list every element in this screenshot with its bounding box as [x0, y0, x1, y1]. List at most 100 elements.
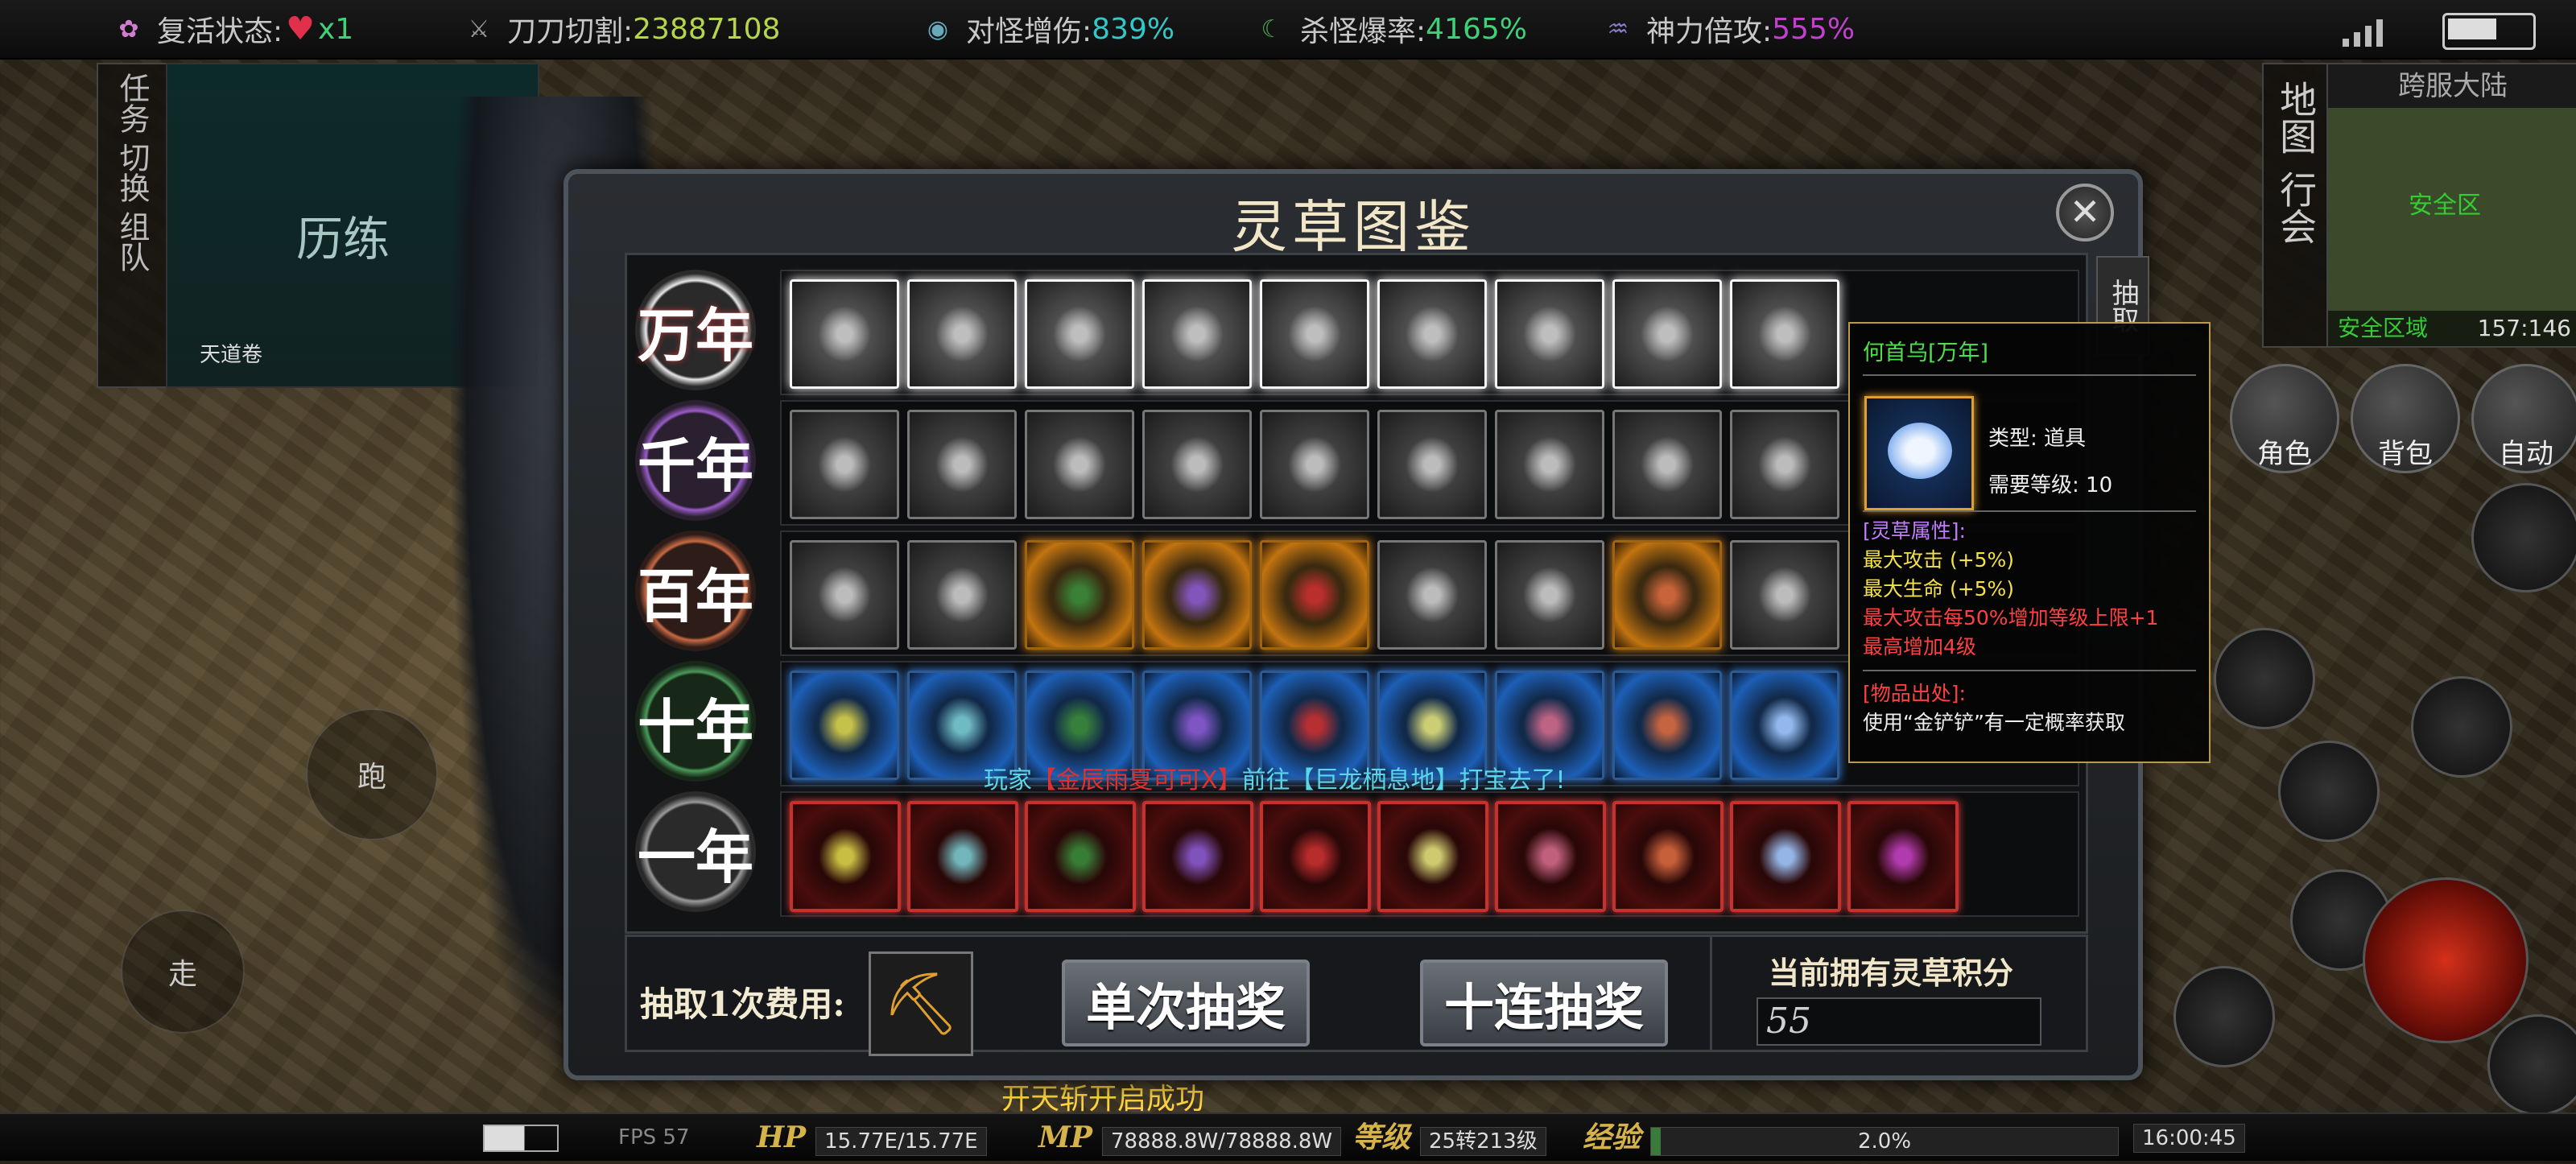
auto-button[interactable]: 自动 [2471, 364, 2576, 473]
herb-slot[interactable] [1142, 410, 1252, 519]
herb-icon [1406, 828, 1459, 885]
herb-icon [1053, 436, 1106, 493]
herb-slot[interactable] [1495, 410, 1604, 519]
blade-icon: ⚔ [468, 14, 490, 43]
herb-slot[interactable] [1847, 801, 1959, 912]
minimap[interactable]: 跨服大陆 安全区 安全区域 157:146 [2326, 63, 2576, 348]
character-button[interactable]: 角色 [2230, 364, 2339, 473]
herb-icon [1288, 436, 1341, 493]
mp-section: MP 78888.8W/78888.8W [1038, 1114, 1342, 1161]
nav-team[interactable]: 组队 [114, 211, 150, 272]
level-section: 等级 25转213级 [1352, 1114, 1546, 1161]
herb-slot[interactable] [1495, 801, 1606, 912]
skill-shibu-icon[interactable] [2278, 741, 2380, 842]
herb-slot[interactable] [1730, 410, 1839, 519]
herb-slot[interactable] [790, 801, 901, 912]
herb-icon [1053, 306, 1106, 362]
herb-slot[interactable] [1495, 540, 1604, 650]
herb-icon [818, 697, 871, 753]
herb-slot[interactable] [1612, 540, 1722, 650]
herb-slot[interactable] [1730, 279, 1839, 389]
herb-slot[interactable] [1025, 801, 1136, 912]
herb-slot[interactable] [907, 410, 1017, 519]
herb-icon [818, 436, 871, 493]
nav-task[interactable]: 任务 [114, 72, 150, 134]
tooltip-level: 需要等级: 10 [1988, 473, 2113, 497]
herb-slot[interactable] [1142, 540, 1252, 650]
attack-button-icon[interactable] [2363, 877, 2529, 1043]
herb-slot[interactable] [790, 671, 899, 780]
stat-label: 刀刀切割: [507, 15, 634, 48]
herb-slot[interactable] [1260, 801, 1371, 912]
nav-map[interactable]: 地图 [2274, 80, 2318, 155]
herb-slot[interactable] [1025, 540, 1134, 650]
stat-label: 神力倍攻: [1646, 15, 1773, 48]
flower-icon [1888, 423, 1952, 479]
herb-slot[interactable] [1260, 279, 1369, 389]
herb-icon [1758, 306, 1811, 362]
herb-slot[interactable] [1142, 801, 1253, 912]
bag-button[interactable]: 背包 [2351, 364, 2460, 473]
dpad-icon[interactable] [2471, 483, 2576, 592]
coords: 157:146 [2477, 315, 2571, 341]
herb-slot[interactable] [790, 410, 899, 519]
walk-button[interactable]: 走 [121, 910, 245, 1034]
minimap-title: 跨服大陆 [2328, 64, 2576, 108]
herb-slot[interactable] [790, 279, 899, 389]
herb-icon [1758, 436, 1811, 493]
battery-icon [2442, 13, 2536, 50]
herb-icon [936, 828, 989, 885]
herb-icon [1170, 697, 1224, 753]
herb-slot[interactable] [1612, 801, 1724, 912]
herb-icon [1641, 828, 1695, 885]
herb-slot[interactable] [1260, 410, 1369, 519]
herb-slot[interactable] [1730, 540, 1839, 650]
herb-slot[interactable] [1612, 279, 1722, 389]
draw-bar: 抽取1次费用: ⛏ 单次抽奖 十连抽奖 当前拥有灵草积分 55 [625, 935, 2088, 1056]
stat-power: ♒ 神力倍攻: 555% [1598, 0, 1856, 58]
herb-icon [1641, 436, 1694, 493]
herb-slot[interactable] [790, 540, 899, 650]
points-value: 55 [1757, 997, 2041, 1046]
ten-draw-button[interactable]: 十连抽奖 [1420, 960, 1668, 1046]
herb-slot[interactable] [1495, 279, 1604, 389]
run-button[interactable]: 跑 [306, 708, 438, 840]
source-text: 使用“金铲铲”有一定概率获取 [1863, 711, 2125, 734]
herb-slot[interactable] [1025, 279, 1134, 389]
herb-slot[interactable] [1377, 540, 1487, 650]
herb-slot[interactable] [1142, 279, 1252, 389]
herb-slot[interactable] [1612, 671, 1722, 780]
nav-switch[interactable]: 切换 [114, 142, 150, 203]
herb-slot[interactable] [1377, 279, 1487, 389]
close-icon[interactable]: ✕ [2056, 184, 2114, 241]
herb-icon [1406, 306, 1459, 362]
stat-drop: ☾ 杀怪爆率: 4165% [1252, 0, 1527, 58]
herb-slot[interactable] [1612, 410, 1722, 519]
run-label: 跑 [357, 761, 386, 794]
mp-label: MP [1038, 1121, 1092, 1154]
stat-label: 对怪增伤: [966, 15, 1092, 48]
herb-slot[interactable] [907, 801, 1018, 912]
herb-slot[interactable] [1260, 540, 1369, 650]
herb-icon [1406, 697, 1459, 753]
row-label: 千年 [635, 400, 756, 521]
skill-liehuo-icon[interactable] [2174, 966, 2275, 1067]
stat-value: 839% [1092, 12, 1175, 46]
single-draw-button[interactable]: 单次抽奖 [1062, 960, 1310, 1046]
herb-slot[interactable] [1377, 410, 1487, 519]
herb-slot[interactable] [907, 279, 1017, 389]
herb-icon [1523, 306, 1576, 362]
exp-label: 经验 [1583, 1121, 1641, 1154]
skill-kaitian-icon[interactable] [2411, 676, 2512, 778]
herb-icon [1288, 697, 1341, 753]
herb-slot[interactable] [1730, 801, 1841, 912]
herb-slot[interactable] [1730, 671, 1839, 780]
top-status-bar: ✿ 复活状态: ♥ x1 ⚔ 刀刀切割: 23887108 ◉ 对怪增伤: 83… [0, 0, 2576, 60]
mp-value: 78888.8W/78888.8W [1101, 1126, 1342, 1156]
system-message: 开天斩开启成功 [1001, 1083, 1205, 1116]
skill-poison-icon[interactable] [2214, 628, 2315, 729]
herb-slot[interactable] [907, 540, 1017, 650]
nav-guild[interactable]: 行会 [2274, 171, 2318, 245]
herb-slot[interactable] [1025, 410, 1134, 519]
herb-slot[interactable] [1377, 801, 1488, 912]
